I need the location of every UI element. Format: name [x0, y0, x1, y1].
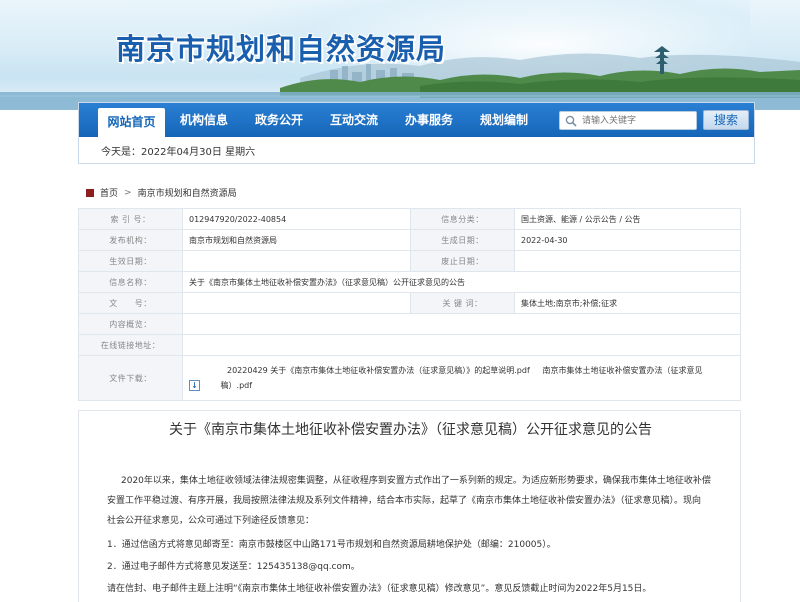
- keywords-value: 集体土地;南京市;补偿;征求: [514, 292, 741, 314]
- article-panel: 关于《南京市集体土地征收补偿安置办法》（征求意见稿）公开征求意见的公告 2020…: [78, 410, 741, 602]
- nav-item-government-affairs[interactable]: 政务公开: [248, 103, 310, 137]
- document-info-table: 索 引 号： 012947920/2022-40854 信息分类： 国土资源、能…: [78, 208, 741, 401]
- download-icon[interactable]: ↓: [189, 380, 200, 391]
- breadcrumb-home-link[interactable]: 首页: [100, 186, 118, 199]
- article-paragraph-2: 1．通过信函方式将意见邮寄至：南京市鼓楼区中山路171号市规划和自然资源局耕地保…: [107, 540, 556, 550]
- summary-value: [182, 313, 741, 335]
- nav-item-services[interactable]: 办事服务: [398, 103, 460, 137]
- paragraph-line: 2020年以来，集体土地征收领域法律法规密集调整，从征收程序到安置方式作出了一系…: [121, 476, 711, 486]
- created-date-label: 生成日期：: [410, 229, 515, 251]
- article-title: 关于《南京市集体土地征收补偿安置办法》（征求意见稿）公开征求意见的公告: [169, 422, 652, 438]
- expire-date-label: 废止日期：: [410, 250, 515, 272]
- paragraph-line: 社会公开征求意见，公众可通过下列途径反馈意见：: [107, 516, 315, 526]
- info-name-label: 信息名称：: [78, 271, 183, 293]
- online-link-label: 在线链接地址：: [78, 334, 183, 356]
- download-files: 20220429 关于《南京市集体土地征收补偿安置办法（征求意见稿）》的起草说明…: [182, 355, 741, 401]
- publisher-value: 南京市规划和自然资源局: [182, 229, 411, 251]
- table-row: 发布机构： 南京市规划和自然资源局 生成日期： 2022-04-30: [78, 229, 741, 251]
- search-input[interactable]: [582, 113, 694, 128]
- search-box: [559, 111, 697, 130]
- table-row: 索 引 号： 012947920/2022-40854 信息分类： 国土资源、能…: [78, 208, 741, 230]
- keywords-label: 关 键 词：: [410, 292, 515, 314]
- expire-date-value: [514, 250, 741, 272]
- search-button[interactable]: 搜索: [703, 110, 749, 130]
- home-icon: [86, 188, 94, 197]
- search-icon: [565, 115, 577, 127]
- article-paragraph-1: 2020年以来，集体土地征收领域法律法规密集调整，从征收程序到安置方式作出了一系…: [107, 471, 711, 531]
- doc-number-value: [182, 292, 411, 314]
- effective-date-value: [182, 250, 411, 272]
- table-row: 在线链接地址：: [78, 334, 741, 356]
- publisher-label: 发布机构：: [78, 229, 183, 251]
- nav-item-interaction[interactable]: 互动交流: [323, 103, 385, 137]
- category-value: 国土资源、能源 / 公示公告 / 公告: [514, 208, 741, 230]
- index-value: 012947920/2022-40854: [182, 208, 411, 230]
- nav-item-home[interactable]: 网站首页: [98, 108, 165, 137]
- paragraph-line: 安置工作平稳过渡、有序开展，我局按照法律法规及系列文件精神，结合本市实际，起草了…: [107, 496, 702, 506]
- effective-date-label: 生效日期：: [78, 250, 183, 272]
- online-link-value: [182, 334, 741, 356]
- site-title: 南京市规划和自然资源局: [116, 32, 447, 66]
- attachment-link-draft-measures[interactable]: 南京市集体土地征收补偿安置办法（征求意见: [543, 366, 703, 375]
- current-date: 今天是：2022年04月30日 星期六: [101, 147, 256, 158]
- attachment-link-draft-measures-cont[interactable]: 稿）.pdf: [207, 381, 253, 390]
- info-name-value: 关于《南京市集体土地征收补偿安置办法》（征求意见稿）公开征求意见的公告: [182, 271, 741, 293]
- article-paragraph-4: 请在信封、电子邮件主题上注明“《南京市集体土地征收补偿安置办法》（征求意见稿）修…: [107, 584, 652, 594]
- table-row: 信息名称： 关于《南京市集体土地征收补偿安置办法》（征求意见稿）公开征求意见的公…: [78, 271, 741, 293]
- doc-number-label: 文 号：: [78, 292, 183, 314]
- category-label: 信息分类：: [410, 208, 515, 230]
- table-row: 文 号： 关 键 词： 集体土地;南京市;补偿;征求: [78, 292, 741, 314]
- created-date-value: 2022-04-30: [514, 229, 741, 251]
- table-row: 生效日期： 废止日期：: [78, 250, 741, 272]
- nav-item-organization[interactable]: 机构信息: [173, 103, 235, 137]
- breadcrumb: 首页 > 南京市规划和自然资源局: [86, 186, 237, 199]
- download-label: 文件下载：: [78, 355, 183, 401]
- attachment-link-drafting-notes[interactable]: 20220429 关于《南京市集体土地征收补偿安置办法（征求意见稿）》的起草说明…: [227, 366, 530, 375]
- table-row: 内容概览：: [78, 313, 741, 335]
- breadcrumb-separator: >: [124, 187, 132, 198]
- site-banner: 南京市规划和自然资源局: [0, 0, 800, 110]
- breadcrumb-current[interactable]: 南京市规划和自然资源局: [138, 186, 237, 199]
- index-label: 索 引 号：: [78, 208, 183, 230]
- nav-item-planning[interactable]: 规划编制: [473, 103, 535, 137]
- summary-label: 内容概览：: [78, 313, 183, 335]
- table-row: 文件下载： 20220429 关于《南京市集体土地征收补偿安置办法（征求意见稿）…: [78, 355, 741, 401]
- article-paragraph-3: 2．通过电子邮件方式将意见发送至：125435138@qq.com。: [107, 562, 360, 572]
- main-nav: 网站首页 机构信息 政务公开 互动交流 办事服务 规划编制 搜索: [79, 103, 754, 137]
- header-panel: 网站首页 机构信息 政务公开 互动交流 办事服务 规划编制 搜索 今天是：202…: [78, 102, 755, 164]
